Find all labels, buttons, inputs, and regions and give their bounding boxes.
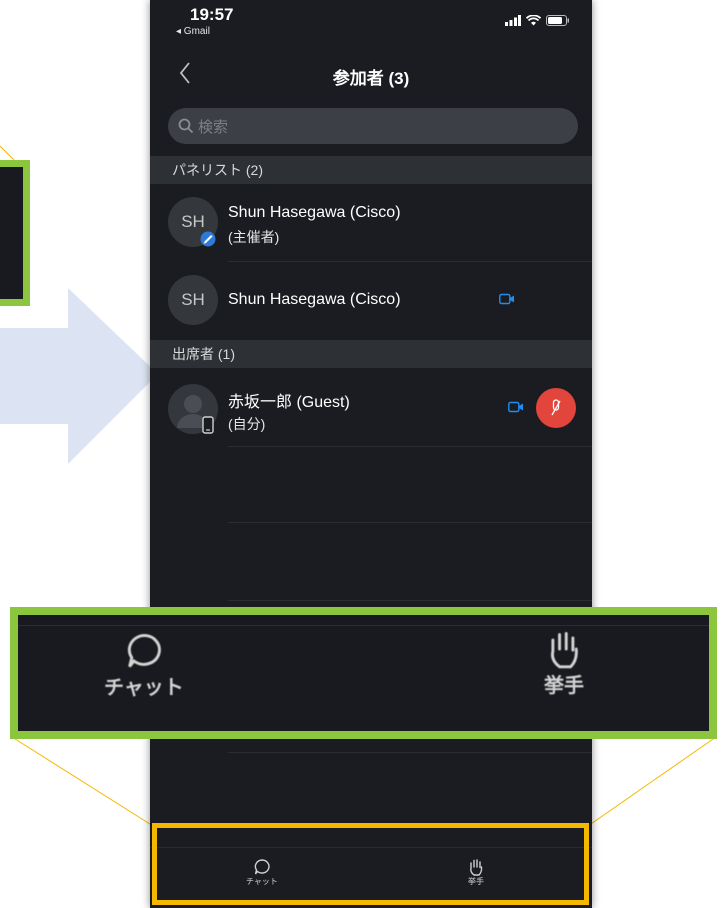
highlight-box-bottom bbox=[152, 823, 589, 905]
participant-name: 赤坂一郎 (Guest) bbox=[228, 394, 350, 411]
zoom-highlight-box: チャット 挙手 bbox=[10, 607, 717, 739]
divider bbox=[18, 625, 709, 626]
divider bbox=[228, 446, 592, 447]
host-badge-icon bbox=[200, 231, 216, 247]
search-placeholder: 検索 bbox=[198, 118, 229, 136]
divider bbox=[228, 752, 592, 753]
mute-button[interactable] bbox=[536, 388, 576, 428]
divider bbox=[228, 522, 592, 523]
page-title: 参加者 (3) bbox=[332, 69, 410, 88]
phone-device-icon bbox=[202, 416, 214, 434]
status-time: 19:57 bbox=[190, 5, 234, 24]
participant-role: (自分) bbox=[228, 416, 266, 432]
zoom-raise-hand-button[interactable]: 挙手 bbox=[544, 629, 584, 698]
participant-name: Shun Hasegawa (Cisco) bbox=[228, 291, 401, 308]
muted-mic-icon bbox=[551, 399, 561, 416]
participant-row[interactable]: SH Shun Hasegawa (Cisco) (主催者) bbox=[150, 185, 592, 261]
search-input[interactable]: 検索 bbox=[168, 108, 578, 144]
scroll-indicator bbox=[350, 731, 366, 739]
raise-hand-icon bbox=[551, 632, 578, 669]
video-icon[interactable] bbox=[499, 293, 515, 305]
signal-icon bbox=[505, 15, 521, 26]
zoom-raise-hand-label: 挙手 bbox=[544, 675, 584, 697]
participant-row[interactable]: 赤坂一郎 (Guest) (自分) bbox=[150, 368, 592, 446]
avatar: SH bbox=[168, 275, 218, 325]
section-header-attendees: 出席者 (1) bbox=[150, 340, 592, 368]
wifi-icon bbox=[526, 15, 541, 26]
status-back-app[interactable]: ◂ Gmail bbox=[176, 26, 210, 37]
participant-role: (主催者) bbox=[228, 229, 280, 245]
avatar-initials: SH bbox=[181, 212, 205, 231]
section-header-panelists: パネリスト (2) bbox=[150, 156, 592, 184]
video-icon[interactable] bbox=[508, 401, 524, 413]
zoom-chat-label: チャット bbox=[104, 677, 184, 699]
participant-name: Shun Hasegawa (Cisco) bbox=[228, 204, 401, 221]
zoom-chat-button[interactable]: チャット bbox=[104, 631, 184, 700]
battery-icon bbox=[546, 15, 569, 26]
divider bbox=[228, 600, 592, 601]
search-icon bbox=[178, 118, 194, 134]
avatar-initials: SH bbox=[181, 290, 205, 309]
chat-icon bbox=[127, 633, 161, 668]
participant-row[interactable]: SH Shun Hasegawa (Cisco) bbox=[150, 262, 592, 340]
phone-screen: 19:57 ◂ Gmail 参加者 (3) 検索 パネリスト (2) SH Sh… bbox=[150, 0, 592, 908]
status-icons bbox=[505, 15, 570, 26]
